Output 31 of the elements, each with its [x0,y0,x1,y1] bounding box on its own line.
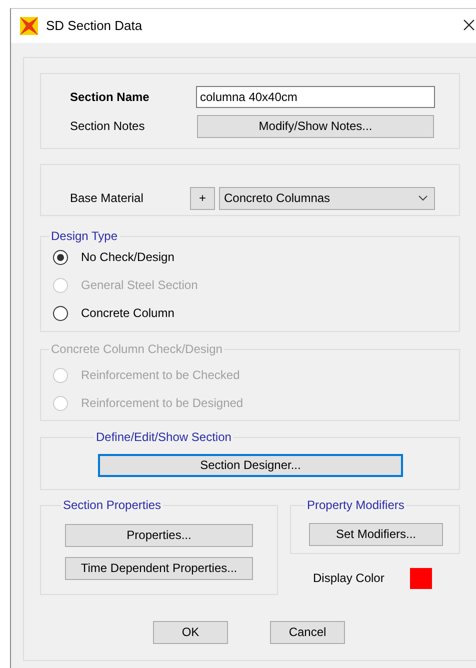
cancel-button[interactable]: Cancel [270,621,345,644]
caret-icon [418,195,428,201]
modifiers-button[interactable]: Set Modifiers... [309,523,443,546]
field-label: Base Material [70,190,144,206]
field-label: Display Color [313,571,384,586]
group-title: Design Type [50,229,118,243]
add-button[interactable]: + [190,186,215,210]
field-label: Section Name [70,90,150,104]
window-title: SD Section Data [46,18,142,34]
radio-label: General Steel Section [81,278,198,292]
group-title: Section Properties [62,498,162,512]
app-icon [20,17,38,35]
radio-label: Reinforcement to be Designed [81,396,244,410]
field-label: Section Notes [70,119,146,134]
radio-button[interactable] [53,306,68,320]
section-designer-button[interactable]: Section Designer... [98,454,403,477]
radio-label: Reinforcement to be Checked [81,368,240,382]
name-field[interactable]: columna 40x40cm [196,86,435,108]
notes-button[interactable]: Modify/Show Notes... [197,115,434,138]
ok-button[interactable]: OK [153,621,228,644]
properties-button[interactable]: Time Dependent Properties... [65,557,253,580]
radio-button[interactable] [53,250,68,264]
close-icon[interactable] [463,19,475,31]
properties-button[interactable]: Properties... [65,524,253,547]
group-title: Concrete Column Check/Design [50,342,224,356]
material-dropdown[interactable]: Concreto Columnas [219,186,435,210]
radio-label: Concrete Column [81,306,174,320]
group-title: Define/Edit/Show Section [95,430,232,444]
color-swatch[interactable] [410,568,432,589]
radio-label: No Check/Design [81,250,174,264]
group-title: Property Modifiers [306,498,406,512]
